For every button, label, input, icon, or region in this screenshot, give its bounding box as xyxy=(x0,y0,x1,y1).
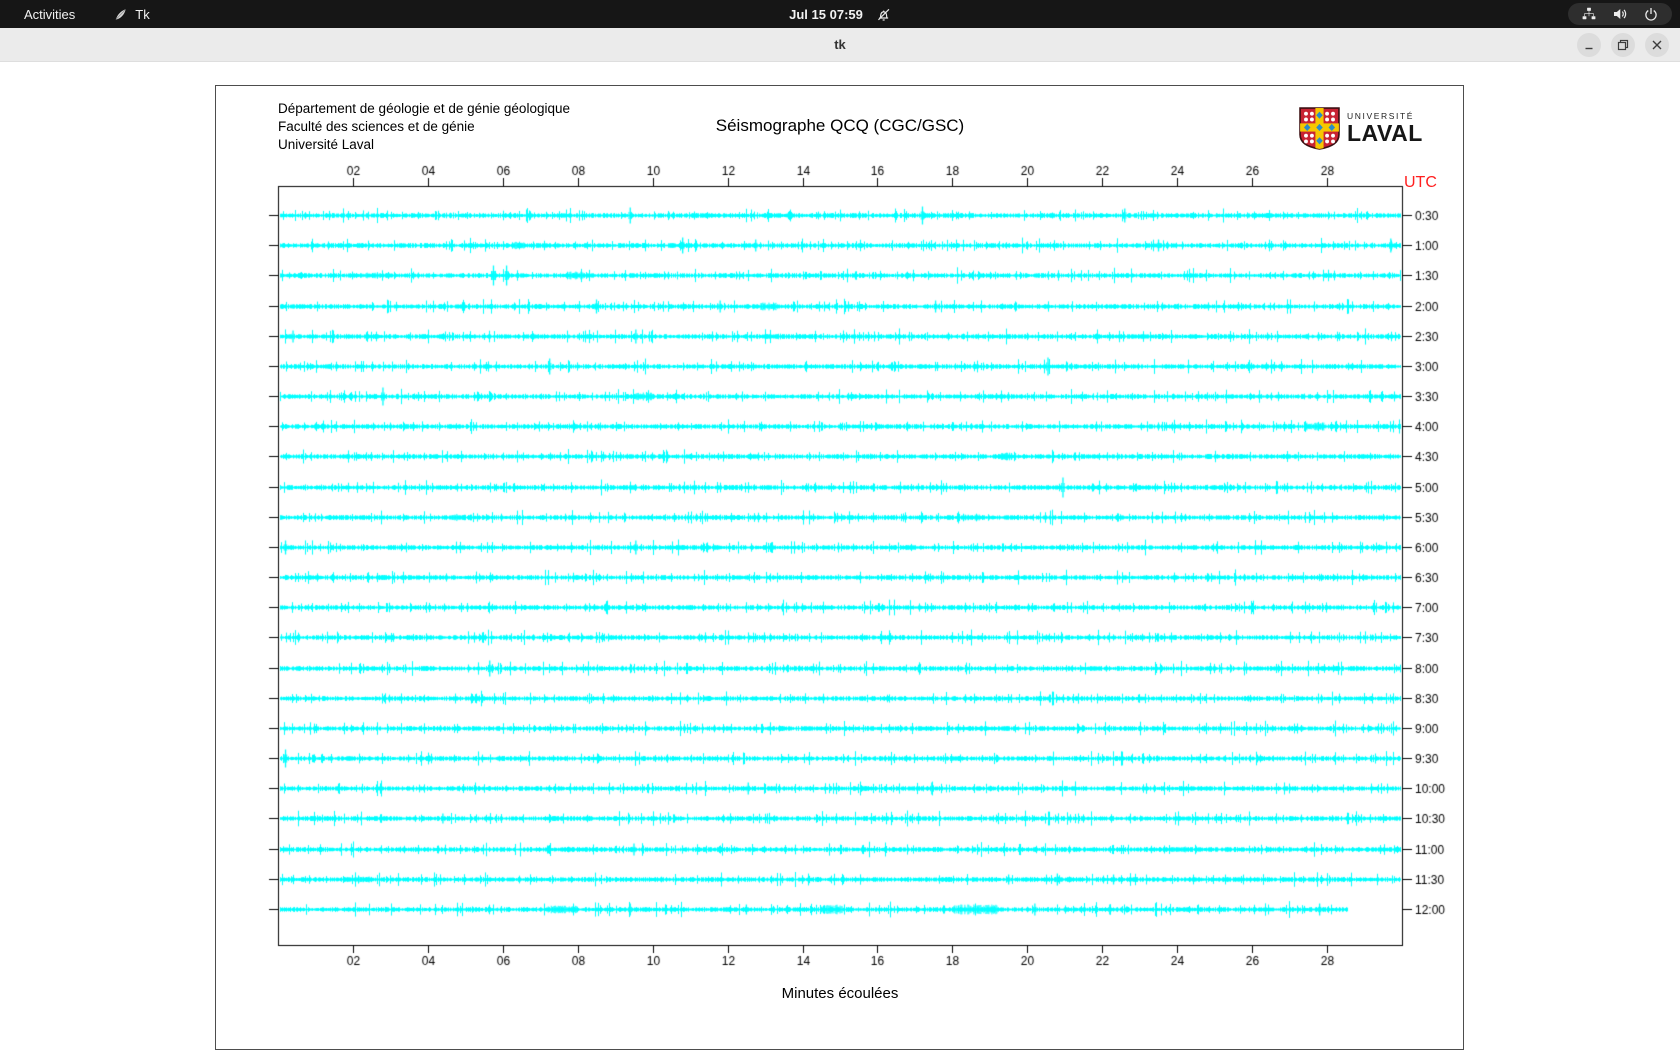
network-tree-icon xyxy=(1581,6,1597,22)
close-icon xyxy=(1652,40,1662,50)
university-laval-logo: UNIVERSITÉ LAVAL xyxy=(1299,107,1423,150)
speaker-icon xyxy=(1612,6,1628,22)
gnome-topbar: Activities Tk Jul 15 07:59 xyxy=(0,0,1680,28)
laval-shield-icon xyxy=(1299,107,1340,150)
window-title: tk xyxy=(834,37,846,52)
desktop: Activities Tk Jul 15 07:59 tk Départemen… xyxy=(0,0,1680,1050)
tk-feather-icon xyxy=(113,7,128,22)
clock-button[interactable]: Jul 15 07:59 xyxy=(789,0,891,28)
app-indicator-label: Tk xyxy=(135,6,150,22)
close-button[interactable] xyxy=(1645,33,1669,57)
x-axis-label: Minutes écoulées xyxy=(781,985,899,1002)
chart-title: Séismographe QCQ (CGC/GSC) xyxy=(715,116,965,135)
restore-button[interactable] xyxy=(1611,33,1635,57)
activities-label: Activities xyxy=(24,6,76,22)
activities-button[interactable]: Activities xyxy=(18,0,81,28)
clock-label: Jul 15 07:59 xyxy=(789,6,863,22)
seismogram-canvas xyxy=(216,86,1463,1049)
seismograph-panel: Département de géologie et de génie géol… xyxy=(215,85,1464,1050)
logo-laval-text: LAVAL xyxy=(1347,120,1423,146)
system-tray-button[interactable] xyxy=(1568,3,1672,25)
utc-label: UTC xyxy=(1404,174,1437,191)
power-icon xyxy=(1643,6,1659,22)
app-indicator-button[interactable]: Tk xyxy=(107,0,155,28)
minimize-button[interactable] xyxy=(1577,33,1601,57)
institution-line: Université Laval xyxy=(278,137,375,152)
window-titlebar: tk xyxy=(0,28,1680,62)
minimize-icon xyxy=(1585,47,1593,50)
restore-icon xyxy=(1617,39,1629,51)
bell-muted-icon xyxy=(876,7,891,22)
